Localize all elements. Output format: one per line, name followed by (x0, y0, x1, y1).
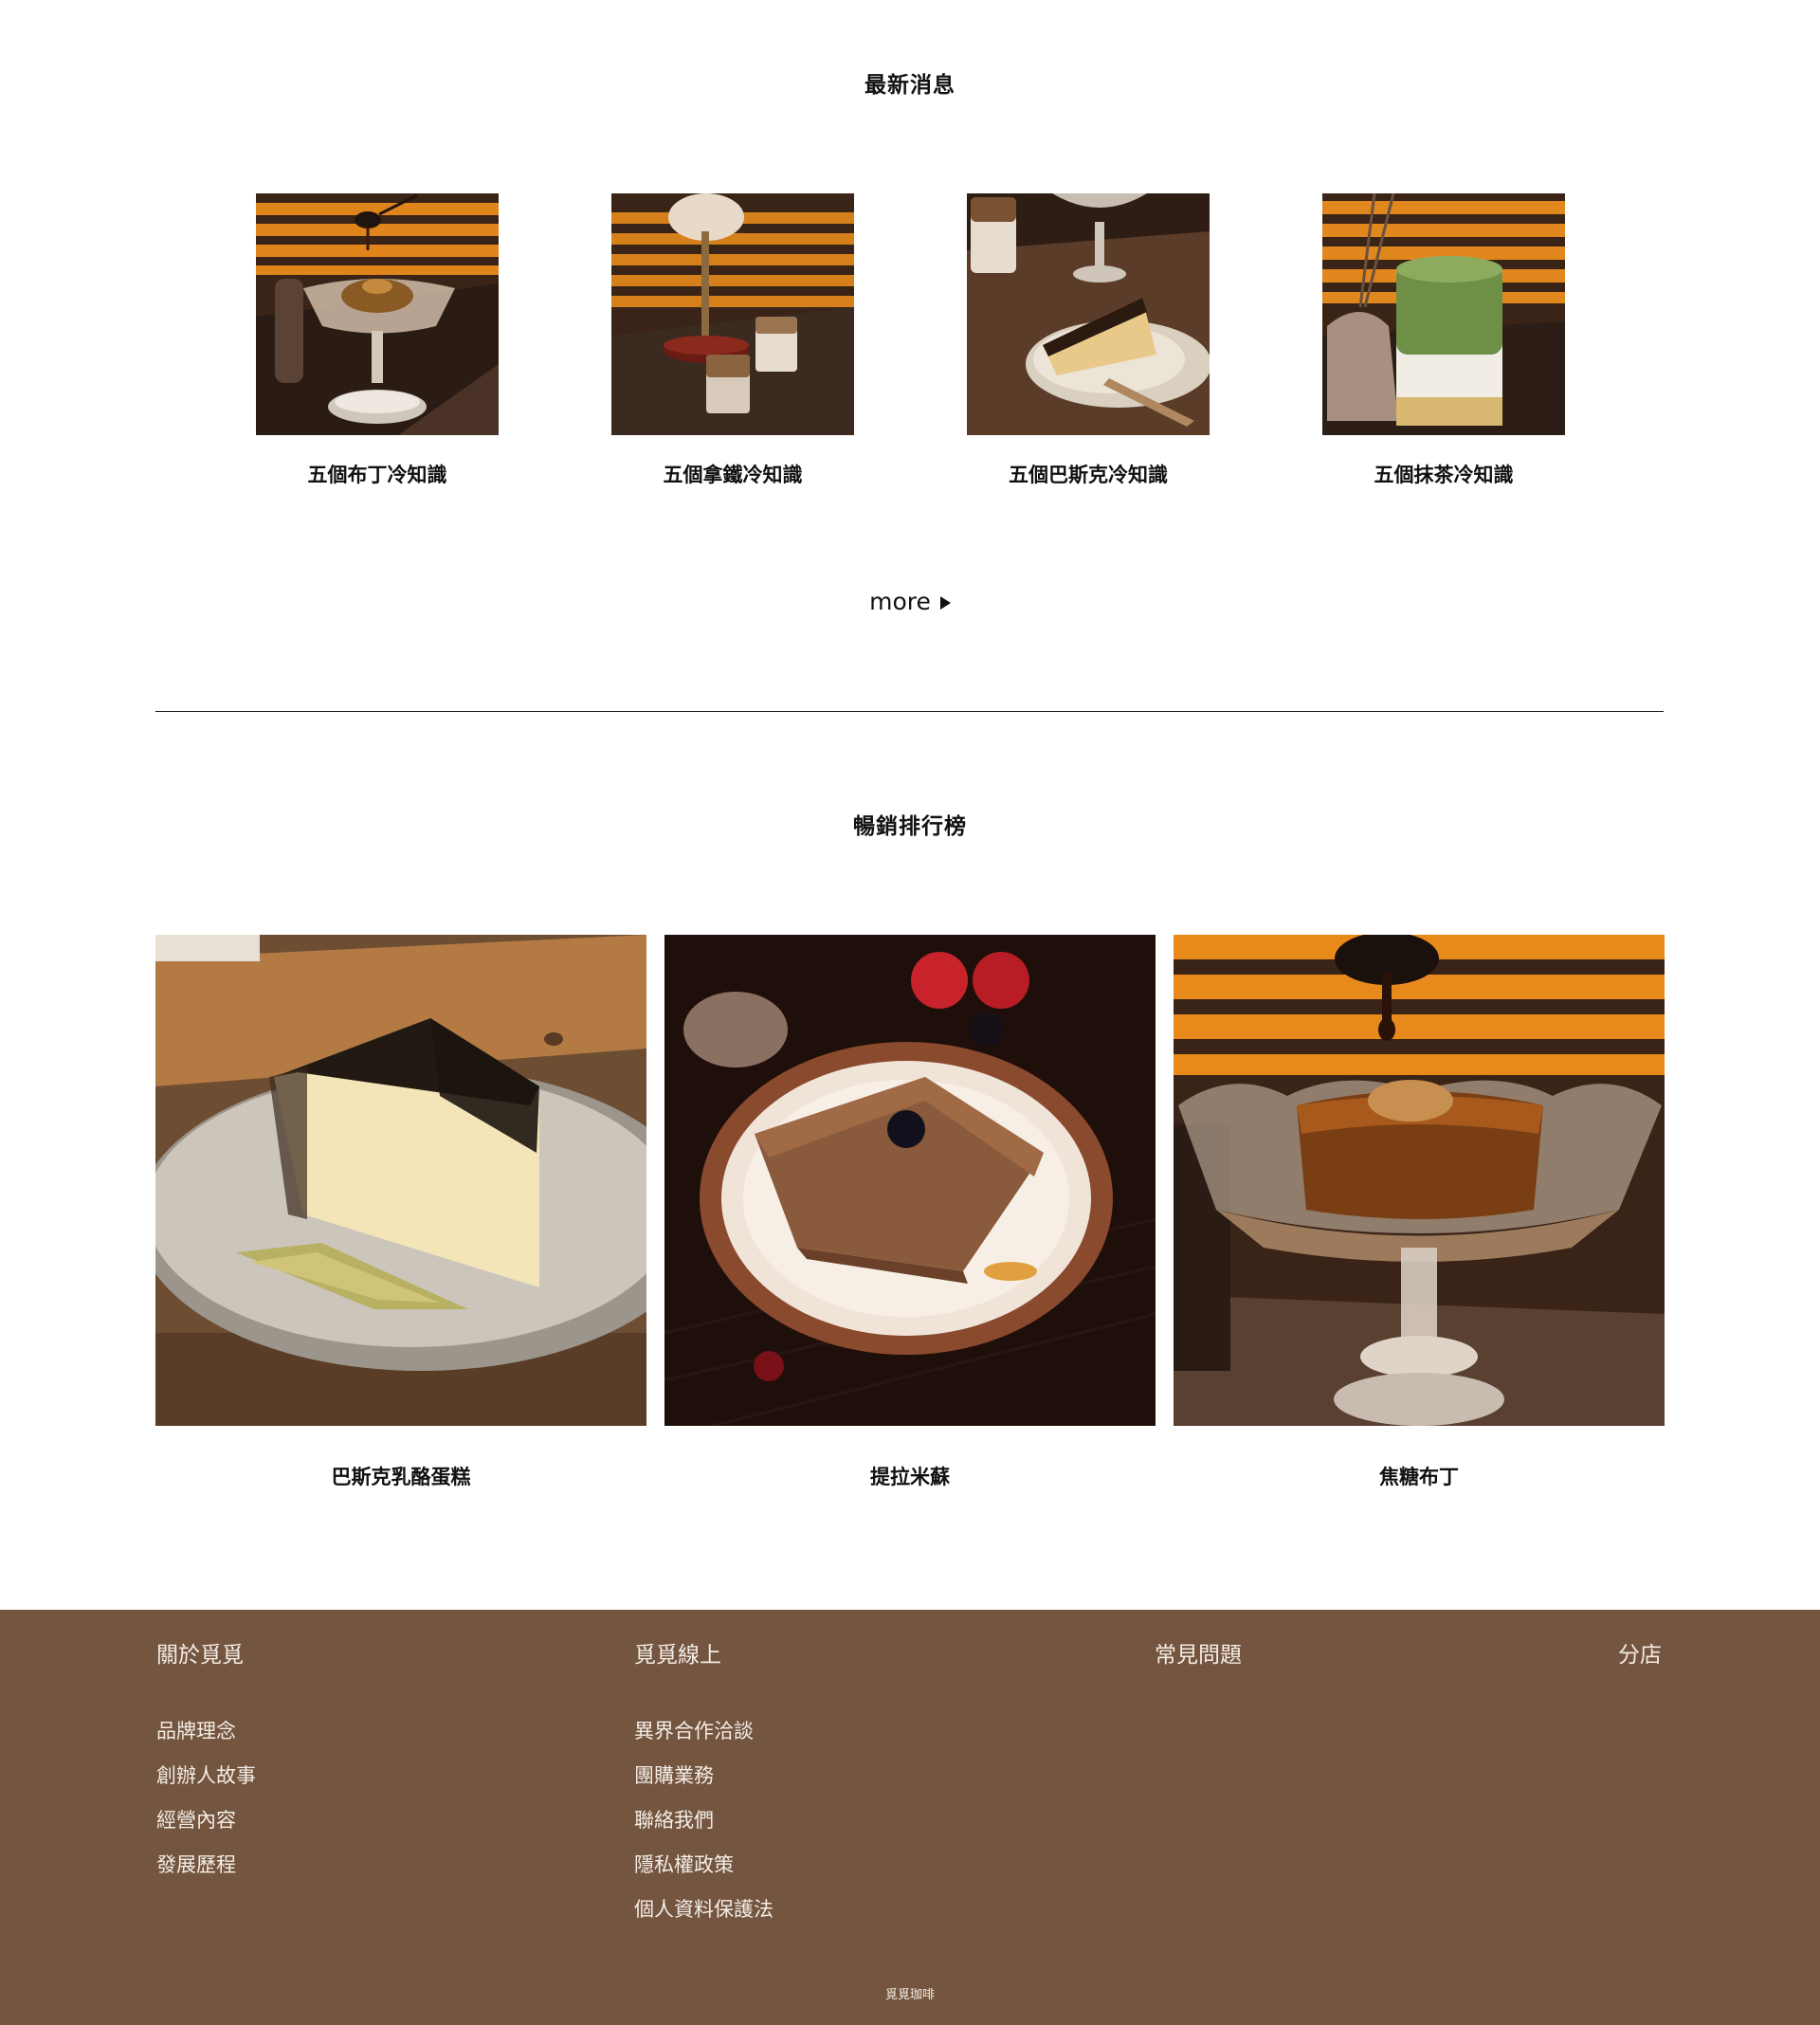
bestseller-image-tiramisu (664, 935, 1156, 1426)
more-label: more (869, 588, 931, 615)
footer-column-online: 覓覓線上 異界合作洽談 團購業務 聯絡我們 隱私權政策 個人資料保護法 (634, 1636, 774, 1940)
news-card-pudding[interactable]: 五個布丁冷知識 (256, 193, 499, 488)
bestseller-label: 巴斯克乳酪蛋糕 (331, 1466, 471, 1488)
footer-heading-online[interactable]: 覓覓線上 (634, 1636, 774, 1669)
bestseller-label: 焦糖布丁 (1379, 1466, 1459, 1488)
news-section-title: 最新消息 (864, 73, 956, 98)
footer-link[interactable]: 異界合作洽談 (634, 1717, 774, 1761)
footer-link[interactable]: 個人資料保護法 (634, 1895, 774, 1940)
section-divider (155, 711, 1664, 712)
news-image-matcha (1322, 193, 1565, 435)
footer-link[interactable]: 團購業務 (634, 1761, 774, 1806)
news-image-latte (611, 193, 854, 435)
site-footer: 關於覓覓 品牌理念 創辦人故事 經營內容 發展歷程 覓覓線上 異界合作洽談 團購… (0, 1610, 1820, 2025)
play-arrow-icon (939, 596, 951, 610)
news-card-matcha[interactable]: 五個抹茶冷知識 (1322, 193, 1565, 488)
footer-link[interactable]: 品牌理念 (156, 1717, 256, 1761)
news-card-label: 五個拿鐵冷知識 (663, 464, 803, 486)
footer-heading-stores[interactable]: 分店 (1618, 1636, 1662, 1669)
footer-link[interactable]: 創辦人故事 (156, 1761, 256, 1806)
footer-link[interactable]: 聯絡我們 (634, 1806, 774, 1851)
footer-column-stores: 分店 (1618, 1636, 1662, 1669)
footer-column-about: 關於覓覓 品牌理念 創辦人故事 經營內容 發展歷程 (156, 1636, 256, 1895)
news-card-label: 五個布丁冷知識 (307, 464, 447, 486)
footer-column-faq: 常見問題 (1155, 1636, 1242, 1669)
footer-link[interactable]: 經營內容 (156, 1806, 256, 1851)
news-card-latte[interactable]: 五個拿鐵冷知識 (611, 193, 854, 488)
bestseller-image-pudding (1174, 935, 1665, 1426)
more-link[interactable]: more (0, 588, 1820, 615)
news-image-basque (967, 193, 1210, 435)
footer-heading-about[interactable]: 關於覓覓 (156, 1636, 256, 1669)
footer-link[interactable]: 隱私權政策 (634, 1851, 774, 1895)
bestseller-label: 提拉米蘇 (870, 1466, 950, 1488)
bestseller-card-tiramisu[interactable]: 提拉米蘇 (664, 935, 1156, 1490)
bestseller-card-pudding[interactable]: 焦糖布丁 (1174, 935, 1665, 1490)
news-card-label: 五個巴斯克冷知識 (1009, 464, 1168, 486)
footer-heading-faq[interactable]: 常見問題 (1155, 1636, 1242, 1669)
footer-link[interactable]: 發展歷程 (156, 1851, 256, 1895)
news-image-pudding (256, 193, 499, 435)
news-card-basque[interactable]: 五個巴斯克冷知識 (967, 193, 1210, 488)
bestseller-image-basque (155, 935, 646, 1426)
news-card-label: 五個抹茶冷知識 (1374, 464, 1514, 486)
copyright-text: 覓覓珈啡 (884, 1988, 935, 2002)
bestseller-card-basque[interactable]: 巴斯克乳酪蛋糕 (155, 935, 646, 1490)
bestseller-section-title: 暢銷排行榜 (853, 814, 967, 839)
